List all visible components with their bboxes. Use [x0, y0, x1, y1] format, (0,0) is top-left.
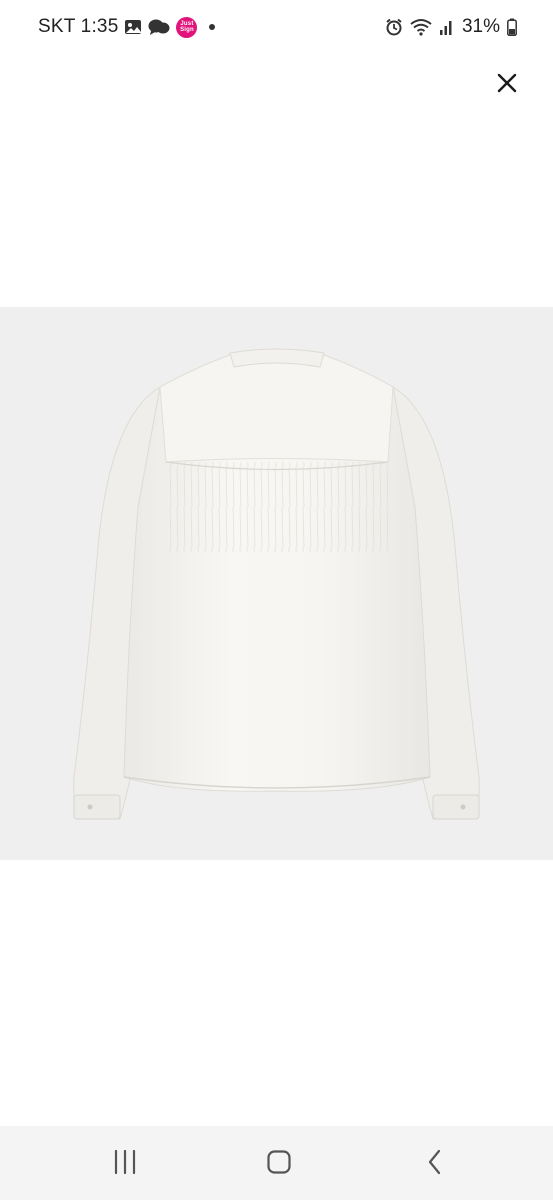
status-right: 31% — [385, 15, 517, 39]
close-icon — [497, 73, 517, 93]
carrier-time: SKT 1:35 — [38, 16, 119, 37]
back-icon — [428, 1149, 441, 1175]
gallery-icon — [124, 18, 142, 36]
home-icon — [267, 1150, 291, 1174]
wifi-icon — [410, 18, 432, 36]
product-image[interactable] — [0, 307, 553, 860]
close-button[interactable] — [490, 66, 524, 100]
signal-icon — [439, 18, 455, 36]
status-left: SKT 1:35 Just Sign — [38, 15, 216, 39]
chat-icon — [148, 18, 170, 36]
recents-button[interactable] — [95, 1140, 155, 1184]
more-notifications-dot — [209, 24, 216, 30]
status-bar: SKT 1:35 Just Sign 31% — [0, 0, 553, 54]
alarm-icon — [385, 18, 403, 36]
recents-icon — [114, 1149, 136, 1175]
navigation-bar — [0, 1126, 553, 1200]
blouse-image — [73, 348, 480, 820]
back-button[interactable] — [405, 1140, 465, 1184]
battery-percent: 31% — [461, 16, 500, 37]
home-button[interactable] — [249, 1140, 309, 1184]
battery-icon — [507, 18, 517, 36]
app-badge-icon: Just Sign — [176, 16, 198, 38]
